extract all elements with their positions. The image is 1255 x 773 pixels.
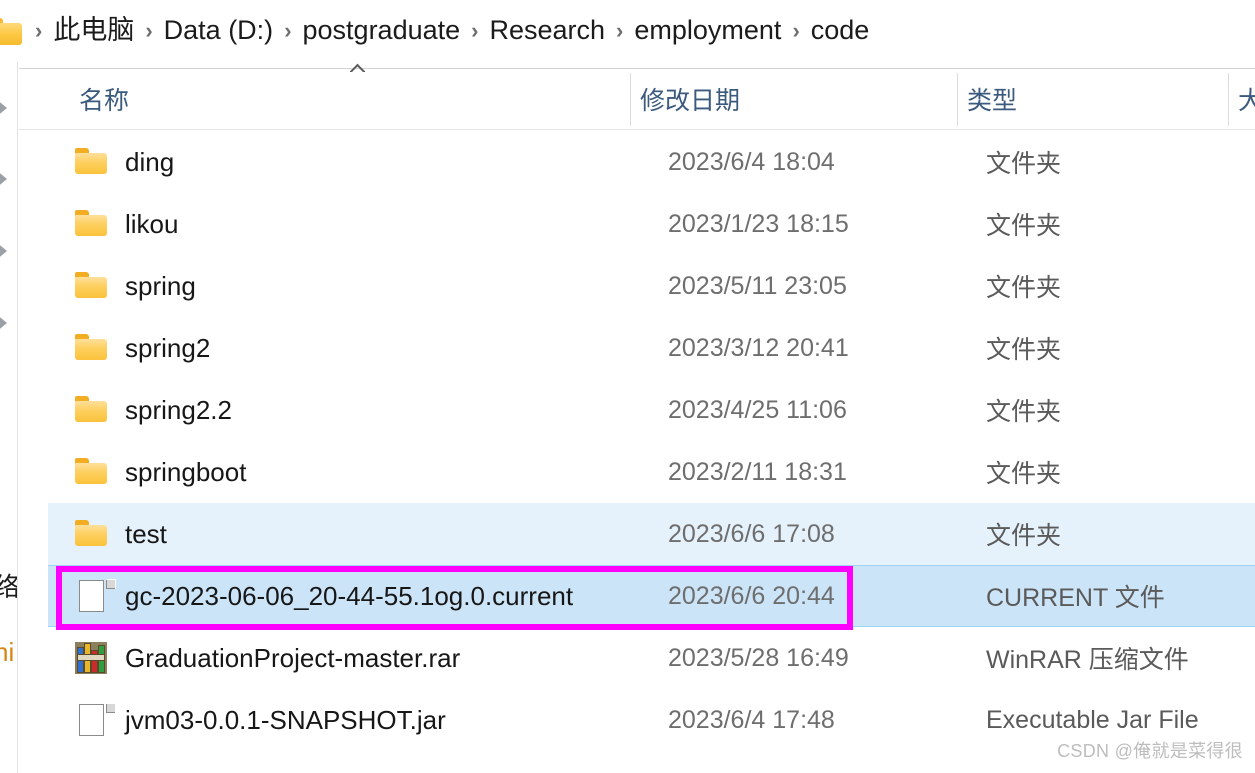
column-header-date-modified[interactable]: 修改日期 bbox=[640, 69, 740, 129]
file-name: spring2 bbox=[125, 333, 211, 363]
folder-icon bbox=[75, 394, 115, 426]
nav-expand-chevron-icon[interactable] bbox=[0, 314, 7, 332]
file-name-cell[interactable]: gc-2023-06-06_20-44-55.1og.0.current bbox=[48, 566, 573, 626]
breadcrumb-separator: › bbox=[471, 18, 479, 43]
file-type: 文件夹 bbox=[986, 460, 1062, 488]
file-type: CURRENT 文件 bbox=[986, 584, 1165, 612]
table-row[interactable]: ding 2023/6/4 18:04 文件夹 bbox=[48, 131, 1255, 193]
file-type: 文件夹 bbox=[986, 150, 1062, 178]
folder-icon bbox=[0, 17, 22, 45]
column-header-size[interactable]: 大 bbox=[1238, 69, 1255, 129]
file-explorer-window: › 此电脑 › Data (D:) › postgraduate › Resea… bbox=[0, 0, 1255, 773]
table-row[interactable]: spring2 2023/3/12 20:41 文件夹 bbox=[48, 317, 1255, 379]
file-name-cell[interactable]: likou bbox=[48, 193, 178, 255]
file-type: 文件夹 bbox=[986, 522, 1062, 550]
table-row-selected[interactable]: gc-2023-06-06_20-44-55.1og.0.current 202… bbox=[48, 565, 1255, 627]
file-name-cell[interactable]: spring2 bbox=[48, 317, 210, 379]
nav-expand-chevron-icon[interactable] bbox=[0, 170, 7, 188]
table-row[interactable]: springboot 2023/2/11 18:31 文件夹 bbox=[48, 441, 1255, 503]
column-divider[interactable] bbox=[1228, 73, 1229, 126]
column-header-row: 名称 修改日期 类型 大 bbox=[19, 68, 1255, 130]
file-date: 2023/6/6 20:44 bbox=[668, 581, 835, 610]
folder-icon bbox=[75, 270, 115, 302]
file-name: GraduationProject-master.rar bbox=[125, 643, 461, 673]
file-type: Executable Jar File bbox=[986, 705, 1199, 734]
file-name: spring2.2 bbox=[125, 395, 232, 425]
column-header-name[interactable]: 名称 bbox=[79, 69, 129, 129]
breadcrumb-item-this-pc[interactable]: 此电脑 bbox=[47, 14, 140, 48]
file-date: 2023/6/4 17:48 bbox=[668, 705, 835, 734]
breadcrumb-separator: › bbox=[145, 18, 153, 43]
breadcrumb-item-data-d[interactable]: Data (D:) bbox=[158, 14, 280, 48]
ascending-caret-icon bbox=[350, 63, 367, 72]
address-bar[interactable]: › 此电脑 › Data (D:) › postgraduate › Resea… bbox=[0, 0, 1255, 62]
nav-item-user-label[interactable]: ni bbox=[0, 637, 14, 668]
folder-icon bbox=[75, 518, 115, 550]
table-row[interactable]: spring 2023/5/11 23:05 文件夹 bbox=[48, 255, 1255, 317]
nav-expand-chevron-icon[interactable] bbox=[0, 99, 7, 117]
file-name: ding bbox=[125, 147, 175, 177]
watermark: CSDN @俺就是菜得很 bbox=[1057, 741, 1243, 761]
breadcrumb-separator: › bbox=[792, 18, 800, 43]
folder-icon bbox=[75, 208, 115, 240]
breadcrumb-item-postgraduate[interactable]: postgraduate bbox=[297, 14, 467, 48]
folder-icon bbox=[75, 332, 115, 364]
file-name: test bbox=[125, 519, 167, 549]
column-divider[interactable] bbox=[957, 73, 958, 126]
file-date: 2023/3/12 20:41 bbox=[668, 333, 849, 362]
table-row[interactable]: spring2.2 2023/4/25 11:06 文件夹 bbox=[48, 379, 1255, 441]
file-type: 文件夹 bbox=[986, 398, 1062, 426]
file-name: likou bbox=[125, 209, 179, 239]
breadcrumb-item-employment[interactable]: employment bbox=[628, 14, 787, 48]
folder-icon bbox=[75, 146, 115, 178]
file-name: spring bbox=[125, 271, 196, 301]
file-date: 2023/5/28 16:49 bbox=[668, 643, 849, 672]
file-name-cell[interactable]: jvm03-0.0.1-SNAPSHOT.jar bbox=[48, 689, 446, 751]
file-name-cell[interactable]: test bbox=[48, 503, 167, 565]
column-divider[interactable] bbox=[630, 73, 631, 126]
file-name-cell[interactable]: GraduationProject-master.rar bbox=[48, 627, 460, 689]
file-date: 2023/2/11 18:31 bbox=[668, 457, 847, 486]
file-list: ding 2023/6/4 18:04 文件夹 likou 2023/1/23 … bbox=[19, 131, 1255, 773]
nav-item-network-label[interactable]: 络 bbox=[0, 567, 17, 604]
file-type: 文件夹 bbox=[986, 212, 1062, 240]
breadcrumb-item-code[interactable]: code bbox=[805, 14, 876, 48]
winrar-icon bbox=[75, 642, 115, 674]
file-type: 文件夹 bbox=[986, 274, 1062, 302]
file-name-cell[interactable]: ding bbox=[48, 131, 174, 193]
file-type: 文件夹 bbox=[986, 336, 1062, 364]
file-name-cell[interactable]: spring2.2 bbox=[48, 379, 232, 441]
breadcrumb-separator: › bbox=[35, 18, 43, 43]
file-date: 2023/4/25 11:06 bbox=[668, 395, 847, 424]
breadcrumb-separator: › bbox=[616, 18, 624, 43]
folder-icon bbox=[75, 456, 115, 488]
table-row[interactable]: test 2023/6/6 17:08 文件夹 bbox=[48, 503, 1255, 565]
column-header-type[interactable]: 类型 bbox=[967, 69, 1017, 129]
file-icon bbox=[75, 703, 116, 736]
nav-expand-chevron-icon[interactable] bbox=[0, 242, 7, 260]
file-type: WinRAR 压缩文件 bbox=[986, 646, 1189, 674]
table-row[interactable]: GraduationProject-master.rar 2023/5/28 1… bbox=[48, 627, 1255, 689]
file-date: 2023/6/4 18:04 bbox=[668, 147, 835, 176]
file-icon bbox=[75, 579, 116, 612]
file-date: 2023/1/23 18:15 bbox=[668, 209, 849, 238]
breadcrumb-separator: › bbox=[284, 18, 292, 43]
file-name: gc-2023-06-06_20-44-55.1og.0.current bbox=[125, 581, 574, 611]
file-date: 2023/5/11 23:05 bbox=[668, 271, 847, 300]
file-name: springboot bbox=[125, 457, 247, 487]
navigation-pane[interactable]: 络 ni bbox=[0, 62, 18, 773]
file-date: 2023/6/6 17:08 bbox=[668, 519, 835, 548]
file-name: jvm03-0.0.1-SNAPSHOT.jar bbox=[125, 705, 446, 735]
file-name-cell[interactable]: springboot bbox=[48, 441, 246, 503]
table-row[interactable]: likou 2023/1/23 18:15 文件夹 bbox=[48, 193, 1255, 255]
breadcrumb-item-research[interactable]: Research bbox=[483, 14, 611, 48]
file-name-cell[interactable]: spring bbox=[48, 255, 196, 317]
